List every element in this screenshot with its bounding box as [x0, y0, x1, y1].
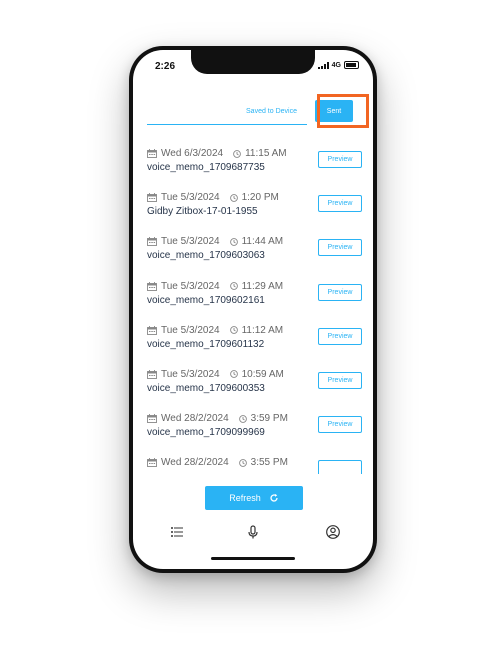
refresh-button[interactable]: Refresh [205, 486, 303, 510]
list-item: Wed 28/2/2024 3:55 PM [147, 455, 363, 474]
clock-icon [229, 370, 238, 379]
calendar-icon [147, 149, 157, 158]
calendar-icon [147, 281, 157, 291]
calendar-icon [147, 237, 157, 247]
calendar-icon [147, 414, 157, 424]
item-date: Tue 5/3/2024 [161, 368, 220, 380]
preview-button[interactable]: Preview [318, 195, 362, 213]
item-date: Tue 5/3/2024 [161, 324, 220, 336]
notch [191, 50, 315, 74]
clock-icon [238, 458, 247, 467]
preview-button[interactable] [318, 460, 362, 474]
list-item: Wed 28/2/2024 3:59 PM voice_memo_1709099… [147, 411, 363, 455]
phone-frame: 2:26 4G Saved to Device Sent Wed 6/3/202… [129, 46, 377, 573]
status-time: 2:26 [155, 61, 176, 72]
clock-icon [229, 326, 238, 335]
item-time: 10:59 AM [241, 368, 284, 380]
preview-button[interactable]: Preview [318, 371, 362, 389]
item-time: 11:12 AM [241, 324, 284, 336]
item-time: 1:20 PM [241, 192, 279, 204]
preview-button[interactable]: Preview [318, 283, 362, 301]
list-item: Tue 5/3/2024 11:44 AM voice_memo_1709603… [147, 234, 363, 278]
item-time: 11:44 AM [241, 236, 284, 248]
battery-icon [344, 61, 359, 69]
app-screen: 2:26 4G Saved to Device Sent Wed 6/3/202… [133, 50, 373, 569]
preview-button[interactable]: Preview [318, 416, 362, 434]
refresh-icon [270, 493, 278, 502]
tab-underline [147, 124, 307, 125]
item-time: 3:59 PM [250, 413, 288, 425]
clock-icon [229, 193, 238, 202]
list-item: Tue 5/3/2024 10:59 AM voice_memo_1709600… [147, 367, 363, 411]
item-date: Wed 28/2/2024 [161, 413, 229, 425]
preview-button[interactable]: Preview [318, 151, 362, 168]
user-icon[interactable] [325, 524, 341, 540]
item-date: Tue 5/3/2024 [161, 192, 220, 204]
status-indicators: 4G [317, 61, 359, 69]
item-date: Tue 5/3/2024 [161, 280, 220, 292]
calendar-icon [147, 325, 157, 335]
calendar-icon [147, 193, 157, 203]
bottom-nav [133, 518, 373, 546]
list-item: Tue 5/3/2024 11:29 AM voice_memo_1709602… [147, 279, 363, 323]
clock-icon [233, 149, 241, 158]
clock-icon [229, 238, 238, 246]
item-time: 11:15 AM [245, 148, 287, 159]
calendar-icon [147, 458, 157, 468]
highlight-box [317, 94, 369, 128]
item-time: 3:55 PM [250, 457, 288, 469]
refresh-label: Refresh [229, 493, 261, 503]
microphone-icon[interactable] [245, 524, 261, 540]
clock-icon [229, 282, 238, 290]
list-item: Wed 6/3/2024 11:15 AM voice_memo_1709687… [147, 146, 363, 190]
list-icon[interactable] [169, 524, 185, 540]
preview-button[interactable]: Preview [318, 327, 362, 345]
home-indicator [211, 557, 295, 560]
signal-icon [317, 61, 329, 69]
list-item: Tue 5/3/2024 1:20 PM Gidby Zitbox-17-01-… [147, 190, 363, 234]
item-date: Tue 5/3/2024 [161, 236, 220, 248]
network-label: 4G [331, 61, 341, 69]
clock-icon [238, 414, 247, 423]
memo-list: Wed 6/3/2024 11:15 AM voice_memo_1709687… [147, 146, 363, 474]
item-date: Wed 6/3/2024 [161, 148, 224, 159]
calendar-icon [147, 369, 157, 379]
preview-button[interactable]: Preview [318, 239, 362, 257]
item-date: Wed 28/2/2024 [161, 457, 229, 469]
tab-saved-to-device[interactable]: Saved to Device [246, 108, 297, 115]
list-item: Tue 5/3/2024 11:12 AM voice_memo_1709601… [147, 323, 363, 367]
item-time: 11:29 AM [241, 280, 284, 292]
